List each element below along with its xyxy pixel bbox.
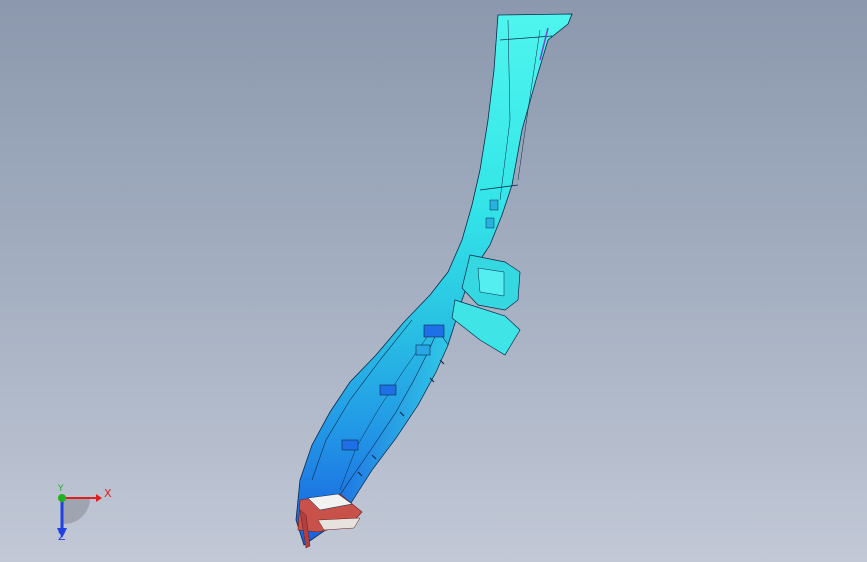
y-axis-label: Y: [58, 484, 64, 494]
z-axis-label: Z: [58, 530, 66, 543]
bottom-end-cap[interactable]: [297, 493, 363, 549]
pillar-body[interactable]: [295, 13, 573, 546]
x-axis-arrow: [96, 494, 102, 502]
y-axis-dot: [58, 494, 66, 502]
graphics-viewport[interactable]: X Y Z: [0, 0, 867, 562]
x-axis-label: X: [104, 487, 112, 500]
triad-shadow: [62, 498, 91, 525]
3d-model-part[interactable]: [0, 0, 867, 562]
